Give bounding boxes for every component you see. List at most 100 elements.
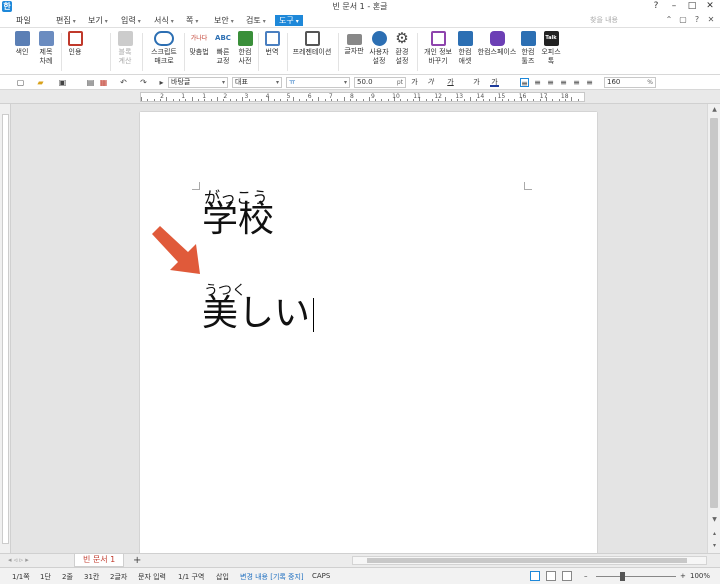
menu-security[interactable]: 보안 ▾: [214, 15, 234, 26]
page-down-icon[interactable]: ▾: [708, 540, 720, 552]
new-doc-icon[interactable]: ▢: [16, 78, 25, 87]
zoom-in-icon[interactable]: +: [680, 572, 686, 580]
align-right-icon[interactable]: ≡: [559, 78, 568, 87]
office-talk-button[interactable]: Talk 오피스 톡: [540, 31, 562, 66]
menu-format[interactable]: 서식 ▾: [154, 15, 174, 26]
redo-icon[interactable]: ↷: [139, 78, 148, 87]
scroll-up-icon[interactable]: ▲: [708, 104, 720, 116]
horizontal-scroll-thumb[interactable]: [367, 558, 687, 563]
status-col: 31칸: [84, 573, 100, 581]
maximize-button[interactable]: □: [686, 0, 698, 12]
restore-icon[interactable]: ▢: [678, 14, 688, 26]
preferences-button[interactable]: ⚙ 환경 설정: [392, 31, 412, 66]
zoom-slider[interactable]: [596, 576, 676, 577]
collapse-ribbon-icon[interactable]: ⌃: [664, 14, 674, 26]
spellcheck-button[interactable]: 가나다 맞춤법: [186, 31, 212, 57]
vertical-scrollbar[interactable]: ▲ ▼ ▴ ▾: [707, 104, 720, 553]
minimize-button[interactable]: –: [668, 0, 680, 12]
font-kind-select[interactable]: 대표 ▾: [232, 77, 282, 88]
close-doc-icon[interactable]: ✕: [706, 14, 716, 26]
help-button[interactable]: ?: [650, 0, 662, 12]
hancom-space-button[interactable]: 한컴스페이스: [477, 31, 517, 57]
bold-button[interactable]: 가: [410, 78, 419, 87]
align-center-icon[interactable]: ≡: [546, 78, 555, 87]
tab-document-1[interactable]: 빈 문서 1: [74, 554, 125, 567]
document-tab-row: ◂ ◃ ▹ ▸ 빈 문서 1 +: [0, 553, 720, 567]
dictionary-button[interactable]: 한컴 사전: [235, 31, 255, 66]
status-insert[interactable]: 삽입: [216, 572, 229, 582]
pointer-icon[interactable]: ▸: [157, 78, 166, 87]
index-button[interactable]: 색인: [12, 31, 32, 57]
keyboard-button[interactable]: 글자판: [342, 31, 366, 56]
view-normal-icon[interactable]: [530, 571, 540, 581]
menu-file[interactable]: 파일: [16, 15, 31, 26]
script-macro-button[interactable]: 스크립트 매크로: [146, 31, 182, 66]
ruler-number: 5: [286, 93, 291, 100]
document-area[interactable]: がっこう 学校 うつく 美しい: [11, 104, 707, 553]
hancom-asset-button[interactable]: 한컴 애셋: [455, 31, 475, 66]
split-icon[interactable]: ≡: [585, 78, 594, 87]
tab-nav-icons[interactable]: ◂ ◃ ▹ ▸: [8, 556, 29, 564]
font-select[interactable]: ㅠ ▾: [286, 77, 350, 88]
zoom-out-icon[interactable]: –: [584, 572, 588, 580]
save-icon[interactable]: ▣: [58, 78, 67, 87]
menu-insert[interactable]: 입력 ▾: [121, 15, 141, 26]
privacy-icon: [430, 31, 446, 46]
view-fullscreen-icon[interactable]: [562, 571, 572, 581]
ruler-tick: [425, 99, 427, 101]
block-calc-button[interactable]: 블록 계산: [114, 31, 136, 66]
scroll-thumb[interactable]: [710, 118, 718, 508]
scroll-down-icon[interactable]: ▼: [708, 514, 720, 526]
horizontal-scrollbar[interactable]: [352, 556, 707, 565]
hancom-tools-button[interactable]: 한컴 툴즈: [518, 31, 538, 66]
presentation-icon: [304, 31, 320, 46]
distribute-icon[interactable]: ≡: [572, 78, 581, 87]
ruler-number: 12: [434, 93, 442, 100]
status-track-changes[interactable]: 변경 내용 [기록 중지]: [240, 572, 304, 582]
menu-page[interactable]: 쪽 ▾: [186, 15, 198, 26]
italic-button[interactable]: 가: [426, 78, 435, 87]
open-folder-icon[interactable]: ▰: [36, 78, 45, 87]
menu-review[interactable]: 검토 ▾: [246, 15, 266, 26]
margin-corner: [192, 182, 200, 190]
office-talk-icon: Talk: [543, 31, 559, 46]
zoom-slider-knob[interactable]: [620, 572, 626, 581]
status-mode[interactable]: 문자 입력: [138, 572, 166, 582]
presentation-button[interactable]: 프레젠테이션: [290, 31, 334, 57]
close-button[interactable]: ✕: [704, 0, 716, 12]
search-field[interactable]: 찾을 내용: [590, 15, 650, 26]
citation-button[interactable]: 인용: [64, 31, 86, 57]
vertical-ruler-scale[interactable]: [2, 114, 9, 544]
style-select[interactable]: 바탕글 ▾: [168, 77, 228, 88]
ruler-tick: [261, 99, 263, 101]
font-size-select[interactable]: 50.0 pt: [354, 77, 406, 88]
translate-button[interactable]: 번역: [262, 31, 282, 57]
user-settings-button[interactable]: 사용자 설정: [368, 31, 390, 66]
strikeout-button[interactable]: 가: [472, 78, 481, 87]
undo-icon[interactable]: ↶: [119, 78, 128, 87]
print-icon[interactable]: ▤: [86, 78, 95, 87]
document-page[interactable]: がっこう 学校 うつく 美しい: [140, 112, 597, 553]
toc-button[interactable]: 제목 차례: [35, 31, 57, 66]
underline-button[interactable]: 가: [446, 78, 455, 87]
align-left-icon[interactable]: ≡: [533, 78, 542, 87]
font-color-button[interactable]: 가: [490, 78, 499, 87]
quick-correct-button[interactable]: ABC 빠른 교정: [212, 31, 234, 66]
ruler-scale[interactable]: 2 1 1 2 3 4 5 6 7 8 9 10 11 12 13 14 15 16 17 18: [140, 92, 585, 102]
menu-view[interactable]: 보기 ▾: [88, 15, 108, 26]
print-preview-icon[interactable]: ▦: [99, 78, 108, 87]
view-web-icon[interactable]: [546, 571, 556, 581]
menu-edit[interactable]: 편집 ▾: [56, 15, 76, 26]
page-up-icon[interactable]: ▴: [708, 528, 720, 540]
ruler-tick: [406, 99, 408, 101]
add-tab-button[interactable]: +: [133, 555, 141, 566]
hancom-asset-icon: [457, 31, 473, 46]
status-page[interactable]: 1/1쪽: [12, 572, 30, 582]
zoom-select[interactable]: 160%: [604, 77, 656, 88]
menu-tools[interactable]: 도구 ▾: [275, 15, 303, 26]
ruler-tick: [400, 99, 402, 101]
align-justify-icon[interactable]: ≡: [520, 78, 529, 88]
ruler-tick: [375, 99, 377, 101]
help-icon[interactable]: ?: [692, 14, 702, 26]
privacy-button[interactable]: 개인 정보 바꾸기: [420, 31, 456, 66]
